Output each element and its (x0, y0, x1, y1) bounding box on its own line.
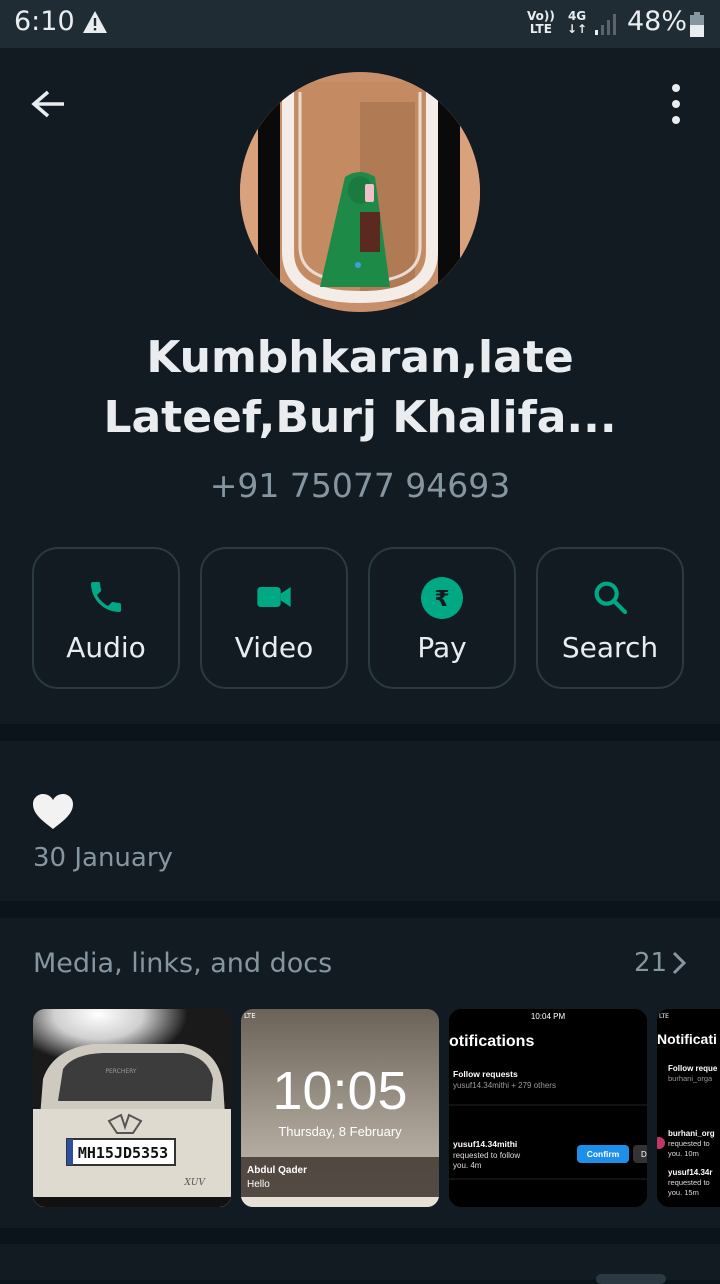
battery-icon (689, 12, 705, 42)
media-thumbnail-car[interactable]: MH15JD5353 PERCHERY XUV (33, 1009, 231, 1207)
back-button[interactable] (28, 88, 68, 120)
svg-text:yusuf14.34r: yusuf14.34r (668, 1168, 712, 1177)
svg-text:Confirm: Confirm (587, 1149, 620, 1159)
signal-icon (594, 12, 620, 40)
search-icon (594, 581, 628, 615)
phone-icon (91, 582, 121, 612)
contact-phone: +91 75077 94693 (209, 466, 511, 505)
svg-text:burhani_org: burhani_org (668, 1129, 715, 1138)
profile-photo[interactable] (240, 72, 480, 312)
status-time: 6:10 (14, 6, 75, 37)
svg-text:Hello: Hello (247, 1179, 270, 1190)
more-options-button[interactable] (664, 84, 688, 124)
partial-element (596, 1274, 666, 1284)
svg-text:yusuf14.34mithi + 279 others: yusuf14.34mithi + 279 others (453, 1081, 556, 1090)
svg-text:LTE: LTE (244, 1012, 256, 1020)
media-thumbnail-notifications-2[interactable]: LTE Notificati Follow reque burhani_orga… (657, 1009, 720, 1207)
videocam-icon (257, 587, 291, 607)
about-date: 30 January (33, 843, 173, 873)
media-thumbnail-notifications[interactable]: 10:04 PM otifications Follow requests yu… (449, 1009, 647, 1207)
media-title[interactable]: Media, links, and docs (33, 948, 332, 979)
media-thumbnail-lockscreen[interactable]: LTE 10:05 Thursday, 8 February Abdul Qad… (241, 1009, 439, 1207)
rupee-icon: ₹ (421, 577, 463, 619)
audio-call-button[interactable]: Audio (32, 547, 180, 689)
svg-text:yusuf14.34mithi: yusuf14.34mithi (453, 1139, 517, 1149)
white-heart-icon (32, 793, 74, 835)
search-button[interactable]: Search (536, 547, 684, 689)
about-section[interactable]: 30 January (0, 741, 720, 901)
svg-text:requested to follow: requested to follow (453, 1151, 520, 1160)
svg-text:XUV: XUV (184, 1178, 207, 1188)
more-vert-icon (672, 84, 680, 92)
svg-text:burhani_orga: burhani_orga (668, 1074, 713, 1083)
contact-name: Kumbhkaran,late Lateef,Burj Khalifa... (103, 332, 617, 443)
media-count[interactable]: 21 (634, 948, 667, 978)
svg-text:Follow reque: Follow reque (668, 1064, 718, 1073)
svg-text:Abdul Qader: Abdul Qader (247, 1165, 307, 1176)
svg-text:MH15JD5353: MH15JD5353 (78, 1144, 168, 1162)
arrow-left-icon (31, 90, 64, 118)
svg-text:you. 4m: you. 4m (453, 1161, 482, 1170)
svg-text:10:04 PM: 10:04 PM (531, 1012, 566, 1021)
svg-text:Notificati: Notificati (657, 1031, 717, 1047)
svg-text:10:05: 10:05 (272, 1061, 407, 1121)
network-indicator: 4G ↓↑ (567, 9, 588, 36)
media-section: Media, links, and docs 21 MH15JD5353 PER… (0, 918, 720, 1228)
warning-icon (82, 10, 108, 38)
svg-text:PERCHERY: PERCHERY (105, 1068, 137, 1075)
svg-text:you. 15m: you. 15m (668, 1188, 699, 1197)
svg-text:LTE: LTE (659, 1013, 669, 1020)
volte-indicator: Vo)) LTE (527, 9, 555, 36)
battery-percent: 48% (627, 6, 688, 37)
svg-text:Follow requests: Follow requests (453, 1069, 518, 1079)
svg-text:you. 10m: you. 10m (668, 1149, 699, 1158)
svg-text:otifications: otifications (449, 1033, 534, 1050)
svg-text:requested to: requested to (668, 1178, 710, 1187)
svg-text:requested to: requested to (668, 1139, 710, 1148)
next-section (0, 1244, 720, 1284)
pay-button[interactable]: ₹ Pay (368, 547, 516, 689)
svg-text:D: D (641, 1150, 647, 1159)
action-buttons: Audio Video ₹ Pay Search (32, 547, 688, 693)
chevron-right-icon[interactable] (670, 950, 688, 980)
svg-text:Thursday, 8 February: Thursday, 8 February (278, 1124, 402, 1139)
video-call-button[interactable]: Video (200, 547, 348, 689)
status-bar: 6:10 Vo)) LTE 4G ↓↑ 48% (0, 0, 720, 48)
svg-text:₹: ₹ (434, 587, 449, 612)
